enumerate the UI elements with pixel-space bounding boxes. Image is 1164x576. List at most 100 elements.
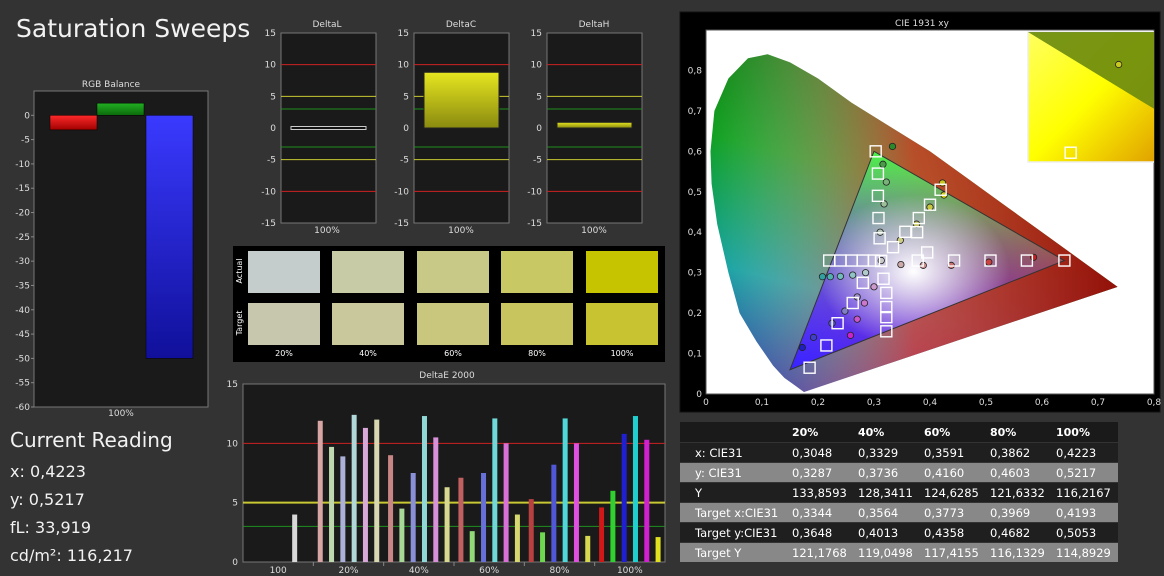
rgb-balance-title: RGB Balance xyxy=(82,80,141,90)
cie-ytick: 0,1 xyxy=(688,350,702,360)
delta-h-ytick: 10 xyxy=(531,61,543,71)
rgb-balance-bar-r xyxy=(49,115,98,131)
cie-ytick: 0,4 xyxy=(688,228,703,238)
delta-e-bar xyxy=(514,514,520,562)
delta-l-ytick: -5 xyxy=(267,156,276,166)
delta-e-ytick: 0 xyxy=(232,558,238,568)
readings-table-cell: 0,4603 xyxy=(990,466,1030,480)
delta-c-ytick: 0 xyxy=(403,124,409,134)
readings-table-cell: 0,5053 xyxy=(1056,526,1096,540)
delta-c-ytick: -10 xyxy=(394,187,409,197)
rgb-balance-ytick: -25 xyxy=(15,233,30,243)
swatch-row-actual: Actual xyxy=(235,258,244,283)
readings-table-cell: 119,0498 xyxy=(858,546,913,560)
delta-e-bar xyxy=(399,508,405,562)
cie-xtick: 0,7 xyxy=(1091,398,1105,408)
readings-table-cell: 0,3287 xyxy=(792,466,832,480)
delta-e-xtick-label: 60% xyxy=(479,566,499,576)
cie-actual-point xyxy=(818,273,827,281)
rgb-balance-chart: RGB Balance 0 -5 -10 -15 -20 -25 -30 -35 -40 -45 -… xyxy=(15,80,209,419)
swatch-panel: Actual Target 20% 40% 60% 80% 100% xyxy=(233,246,665,362)
rgb-balance-ytick: -15 xyxy=(15,184,30,194)
readings-table-cell: 114,8929 xyxy=(1056,546,1111,560)
readings-table-row xyxy=(680,463,1118,482)
readings-table-column-header: 40% xyxy=(858,426,884,439)
readings-table-cell: y: CIE31 xyxy=(695,466,742,480)
delta-l-title: DeltaL xyxy=(312,20,341,30)
readings-table-cell: 133,8593 xyxy=(792,486,847,500)
rgb-balance-ytick: -45 xyxy=(15,330,30,340)
delta-e-ytick: 10 xyxy=(227,439,239,449)
rgb-balance-ytick: -50 xyxy=(15,354,30,364)
readings-table-cell: 128,3411 xyxy=(858,486,913,500)
delta-h-category: 100% xyxy=(581,226,607,236)
cie-ytick: 0 xyxy=(696,390,702,400)
delta-e-ytick: 5 xyxy=(232,499,238,509)
readings-table-cell: Target y:CIE31 xyxy=(694,526,777,540)
delta-e-bar xyxy=(610,490,616,562)
delta-h-ytick: 5 xyxy=(536,92,542,102)
delta-e-bar xyxy=(599,507,605,562)
delta-e-bar xyxy=(621,433,627,562)
readings-table-cell: 0,4682 xyxy=(990,526,1030,540)
readings-table-cell: 0,3736 xyxy=(858,466,898,480)
delta-l-ytick: -15 xyxy=(261,219,276,229)
delta-e-bar xyxy=(551,464,557,562)
cie-actual-point xyxy=(836,272,845,280)
readings-table-cell: 121,6332 xyxy=(990,486,1045,500)
delta-e-bar xyxy=(317,420,323,562)
cie-actual-point xyxy=(846,331,855,339)
delta-e-bar xyxy=(444,487,450,562)
readings-table-column-header: 20% xyxy=(792,426,818,439)
delta-e-bar xyxy=(421,416,427,562)
delta-c-ytick: 5 xyxy=(403,92,409,102)
readings-table-cell: 0,3773 xyxy=(924,506,964,520)
delta-l-ytick: 5 xyxy=(270,92,276,102)
swatch-target xyxy=(248,303,320,345)
delta-c-bar xyxy=(423,71,500,129)
cie-actual-point xyxy=(882,178,890,186)
delta-e-bar xyxy=(340,456,346,562)
readings-table-cell: 0,5217 xyxy=(1056,466,1096,480)
swatch-column-label: 60% xyxy=(444,349,462,358)
cie-xtick: 0,2 xyxy=(811,398,825,408)
delta-e-xtick-label: 20% xyxy=(338,566,358,576)
rgb-balance-ytick: -60 xyxy=(15,403,30,413)
readings-table-cell: 0,4160 xyxy=(924,466,964,480)
delta-e-bar xyxy=(644,439,650,562)
delta-c-ytick: 10 xyxy=(398,61,410,71)
cie-ytick: 0,6 xyxy=(688,147,703,157)
delta-e-xtick-label: 100% xyxy=(617,566,643,576)
delta-h-ytick: 15 xyxy=(531,29,542,39)
delta-h-ytick: -15 xyxy=(527,219,542,229)
delta-e-bar xyxy=(492,418,498,562)
delta-e-bar xyxy=(503,443,509,562)
rgb-balance-ytick: -10 xyxy=(15,160,30,170)
cie-ytick: 0,2 xyxy=(688,309,702,319)
delta-e-bar xyxy=(481,473,487,562)
readings-table-cell: 0,3969 xyxy=(990,506,1030,520)
readings-table-column-header: 100% xyxy=(1056,426,1090,439)
delta-h-bar xyxy=(556,121,633,129)
cie-xtick: 0,8 xyxy=(1147,398,1162,408)
delta-e-chart: DeltaE 2000 0 5 10 15 100 20% 40% 60% 80% 100% xyxy=(227,371,666,576)
delta-e-bar xyxy=(433,437,439,562)
cie-actual-point xyxy=(861,269,870,277)
rgb-balance-ytick: 0 xyxy=(24,111,30,121)
delta-e-bar xyxy=(388,455,394,562)
swatch-actual xyxy=(501,251,573,293)
cie-actual-point xyxy=(798,343,806,352)
cie-actual-point xyxy=(826,273,834,281)
cie-chart: CIE 1931 xy 0 0,1 0,2 0,3 0,4 0,5 0,6 0,7 0,8 0 0,… xyxy=(679,11,1162,413)
delta-e-bar xyxy=(362,427,368,562)
delta-h-title: DeltaH xyxy=(579,20,610,30)
rgb-balance-ytick: -55 xyxy=(15,379,30,389)
readings-table-cell: 116,2167 xyxy=(1056,486,1111,500)
rgb-balance-bar-b xyxy=(145,115,194,359)
delta-e-bar xyxy=(528,499,534,562)
delta-c-ytick: 15 xyxy=(398,29,409,39)
rgb-balance-bar-g xyxy=(96,102,145,116)
readings-table-cell: 116,1329 xyxy=(990,546,1045,560)
delta-h-ytick: -5 xyxy=(533,156,542,166)
delta-e-bar xyxy=(351,414,357,562)
